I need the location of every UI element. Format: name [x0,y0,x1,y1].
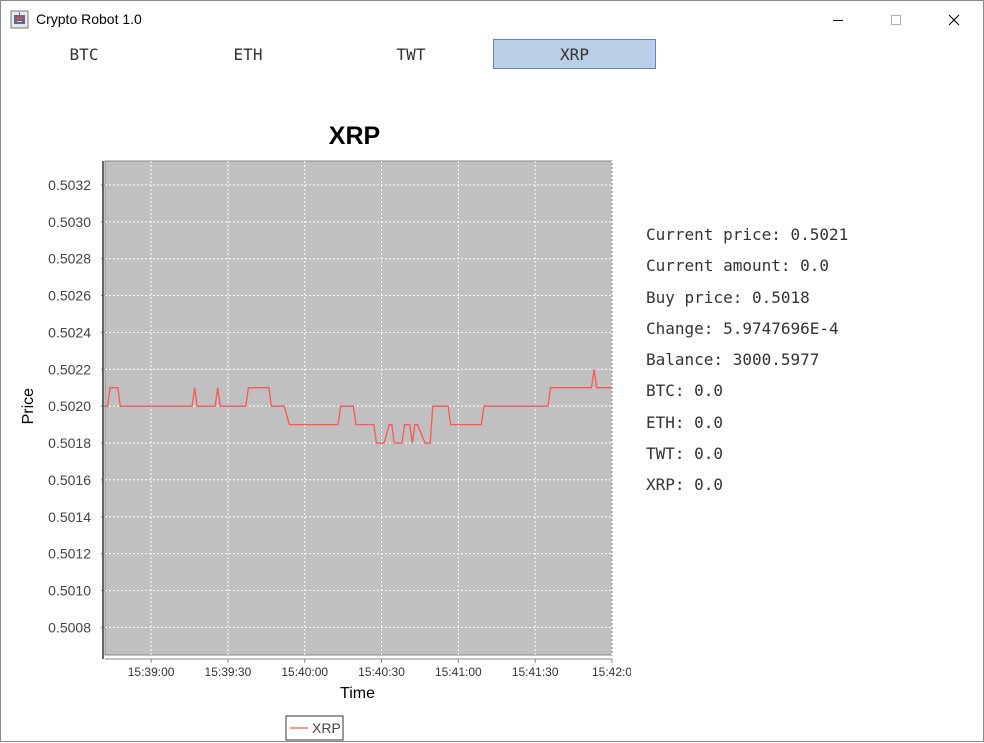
tab-eth[interactable]: ETH [167,39,329,69]
y-tick-label: 0.5024 [48,324,91,340]
x-axis-label: Time [340,685,375,702]
current-price-text: Current price: 0.5021 [646,225,849,244]
x-tick-label: 15:42:0 [592,665,631,679]
info-panel: Current price: 0.5021 Current amount: 0.… [646,225,848,507]
tab-twt[interactable]: TWT [330,39,492,69]
tab-xrp[interactable]: XRP [493,39,656,69]
y-axis-label: Price [20,388,37,425]
window-title: Crypto Robot 1.0 [36,11,142,27]
x-tick-label: 15:39:00 [128,665,175,679]
x-tick-label: 15:41:00 [435,665,482,679]
xrp-holding-text: XRP: 0.0 [646,475,724,495]
current-amount-text: Current amount: 0.0 [646,256,830,276]
y-tick-label: 0.5028 [48,251,91,267]
maximize-button[interactable] [867,1,925,38]
balance-text: Balance: 3000.5977 [646,350,820,370]
y-tick-label: 0.5030 [48,214,91,230]
chart-title: XRP [329,122,380,150]
y-tick-label: 0.5022 [48,361,91,377]
y-tick-label: 0.5020 [48,398,91,414]
x-tick-label: 15:39:30 [205,665,252,679]
app-window: Crypto Robot 1.0 BTC ETH TWT XRP 0.5032 0… [0,0,984,742]
btc-holding-text: BTC: 0.0 [646,381,724,401]
y-tick-label: 0.5018 [48,435,91,451]
x-tick-label: 15:40:00 [281,665,328,679]
change-text: Change: 5.9747696E-4 [646,318,839,338]
legend-label: XRP [312,720,341,736]
buy-price-text: Buy price: 0.5018 [646,287,810,307]
y-tick-label: 0.5012 [48,546,91,562]
y-tick-label: 0.5032 [48,177,91,193]
minimize-button[interactable] [809,1,867,38]
x-tick-label: 15:40:30 [358,665,405,679]
minimize-icon [833,19,843,21]
y-tick-label: 0.5008 [48,619,91,635]
x-tick-label: 15:41:30 [512,665,559,679]
y-tick-label: 0.5014 [48,509,91,525]
eth-holding-text: ETH: 0.0 [646,412,724,432]
price-chart: 0.5032 0.5030 0.5028 0.5026 0.5024 0.5022 0.50… [20,122,631,741]
robot-app-icon [10,10,29,29]
title-bar[interactable]: Crypto Robot 1.0 [1,1,983,38]
y-tick-label: 0.5026 [48,288,91,304]
close-button[interactable] [925,1,983,38]
plot-area [104,160,613,656]
maximize-icon [891,14,901,25]
tab-btc[interactable]: BTC [3,39,165,69]
y-tick-label: 0.5010 [48,582,91,598]
close-icon [948,14,960,25]
coin-tabs: BTC ETH TWT XRP [1,39,983,71]
twt-holding-text: TWT: 0.0 [646,444,724,464]
y-tick-label: 0.5016 [48,472,91,488]
